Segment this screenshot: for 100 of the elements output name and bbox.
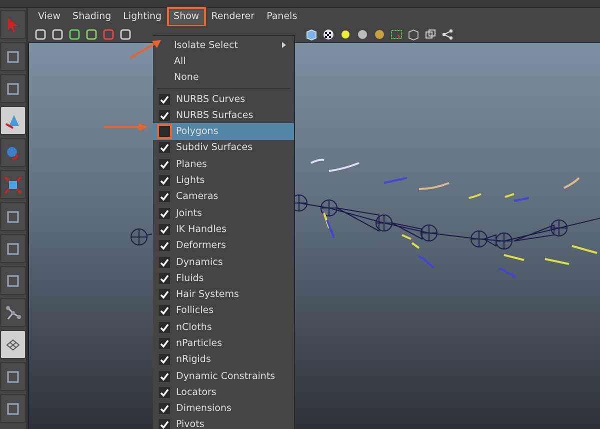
checkbox[interactable] <box>159 142 170 154</box>
menu-item[interactable]: nParticles <box>153 335 294 352</box>
menu-item-label: Pivots <box>176 419 204 429</box>
menu-item[interactable]: Subdiv Surfaces <box>153 140 294 156</box>
sphere-icon[interactable] <box>356 28 369 40</box>
menu-item-label: nParticles <box>176 338 222 349</box>
toolbar-icon[interactable] <box>119 28 132 40</box>
checkbox[interactable] <box>159 208 170 219</box>
checkbox[interactable] <box>159 158 170 170</box>
menu-item[interactable]: Shading <box>68 9 116 25</box>
menu-item[interactable]: Locators <box>153 384 294 401</box>
menu-item-label: Fluids <box>176 272 204 284</box>
menu-item-label: Dynamic Constraints <box>176 370 276 382</box>
menu-item[interactable]: nRigids <box>153 352 294 368</box>
tool-button[interactable] <box>0 42 26 71</box>
menu-item-label: Hair Systems <box>176 289 239 300</box>
checker-icon[interactable] <box>322 28 335 40</box>
checkbox[interactable] <box>159 305 170 316</box>
checkbox[interactable] <box>159 419 170 429</box>
toolbar-icon[interactable] <box>34 28 47 40</box>
sphere-icon[interactable] <box>373 28 386 40</box>
menu-item-label: Deformers <box>176 240 226 252</box>
checkbox[interactable] <box>159 338 170 349</box>
menu-item-label: Planes <box>176 158 208 170</box>
menu-item[interactable]: Show <box>168 9 204 25</box>
arrow-annotation <box>128 38 162 60</box>
menu-item-label: NURBS Surfaces <box>176 110 254 121</box>
menu-item[interactable]: Dimensions <box>153 400 294 417</box>
toolbar-icon[interactable] <box>68 28 81 40</box>
menu-item[interactable]: Isolate Select <box>153 37 294 54</box>
checkbox[interactable] <box>159 94 170 105</box>
tool-button[interactable] <box>0 106 26 135</box>
menu-item[interactable]: Cameras <box>153 188 294 205</box>
select-box-icon[interactable] <box>390 28 403 40</box>
checkbox[interactable] <box>159 272 170 284</box>
checkbox[interactable] <box>159 289 170 300</box>
menu-item[interactable]: Renderer <box>206 9 260 25</box>
menu-item-label: Locators <box>176 386 216 398</box>
menu-item-label: NURBS Curves <box>176 94 246 105</box>
tool-button[interactable] <box>0 394 26 423</box>
menu-item[interactable]: NURBS Curves <box>153 90 294 108</box>
menu-item[interactable]: View <box>33 9 66 25</box>
checkbox[interactable] <box>159 191 170 202</box>
toolbar-icon[interactable] <box>85 28 98 40</box>
tool-button[interactable] <box>0 170 26 199</box>
checkbox[interactable] <box>159 224 170 235</box>
menu-item-label: Polygons <box>176 126 218 138</box>
menu-item[interactable]: NURBS Surfaces <box>153 107 294 124</box>
menu-item[interactable]: nCloths <box>153 319 294 336</box>
menu-item[interactable]: IK Handles <box>153 221 294 238</box>
tool-button[interactable] <box>0 330 26 359</box>
menu-item[interactable]: Planes <box>153 156 294 172</box>
menu-item[interactable]: Joints <box>153 204 294 222</box>
menu-item-label: nCloths <box>176 322 212 333</box>
arrow-annotation <box>104 122 148 132</box>
menu-item-label: Dimensions <box>176 403 232 414</box>
tool-icon <box>4 304 22 322</box>
submenu-arrow-icon <box>282 42 286 48</box>
menu-item[interactable]: Hair Systems <box>153 286 294 303</box>
checkbox[interactable] <box>159 175 170 186</box>
menu-item[interactable]: Lights <box>153 172 294 189</box>
share-icon[interactable] <box>441 28 454 40</box>
menu-item[interactable]: Dynamic Constraints <box>153 368 294 384</box>
checkbox[interactable] <box>159 126 170 138</box>
menu-item-label: Follicles <box>176 305 214 316</box>
checkbox[interactable] <box>159 370 170 382</box>
menu-item-label: Subdiv Surfaces <box>176 142 253 154</box>
checkbox[interactable] <box>159 240 170 252</box>
checkbox[interactable] <box>159 386 170 398</box>
squares-icon[interactable] <box>424 28 437 40</box>
checkbox[interactable] <box>159 322 170 333</box>
menu-item[interactable]: All <box>153 53 294 70</box>
tool-icon <box>4 176 22 194</box>
menu-item-label: Lights <box>176 175 205 186</box>
menu-item[interactable]: None <box>153 70 294 86</box>
menu-item-label: Isolate Select <box>174 40 238 51</box>
menu-item[interactable]: Fluids <box>153 270 294 286</box>
menu-item[interactable]: Panels <box>262 9 302 25</box>
toolbar-icon[interactable] <box>51 28 64 40</box>
tool-button[interactable] <box>0 234 26 263</box>
menu-item-label: nRigids <box>176 354 211 366</box>
tool-button[interactable] <box>0 74 26 103</box>
checkbox[interactable] <box>159 403 170 414</box>
joint-drawing <box>130 227 152 247</box>
tool-button[interactable] <box>0 202 26 231</box>
checkbox[interactable] <box>159 256 170 268</box>
menu-item[interactable]: Dynamics <box>153 254 294 270</box>
menu-item[interactable]: Deformers <box>153 238 294 254</box>
menu-item[interactable]: Follicles <box>153 302 294 320</box>
tool-button[interactable] <box>0 362 26 391</box>
menu-item[interactable]: Pivots <box>153 416 294 429</box>
toolbar-icon[interactable] <box>102 28 115 40</box>
menu-item-label: Dynamics <box>176 256 223 268</box>
tool-button[interactable] <box>0 298 26 327</box>
checkbox[interactable] <box>159 354 170 366</box>
menu-item[interactable]: Lighting <box>118 9 167 25</box>
checkbox[interactable] <box>159 110 170 121</box>
menu-item-label: Cameras <box>176 191 218 202</box>
menu-item-label: IK Handles <box>176 224 227 235</box>
tool-button[interactable] <box>0 266 26 295</box>
